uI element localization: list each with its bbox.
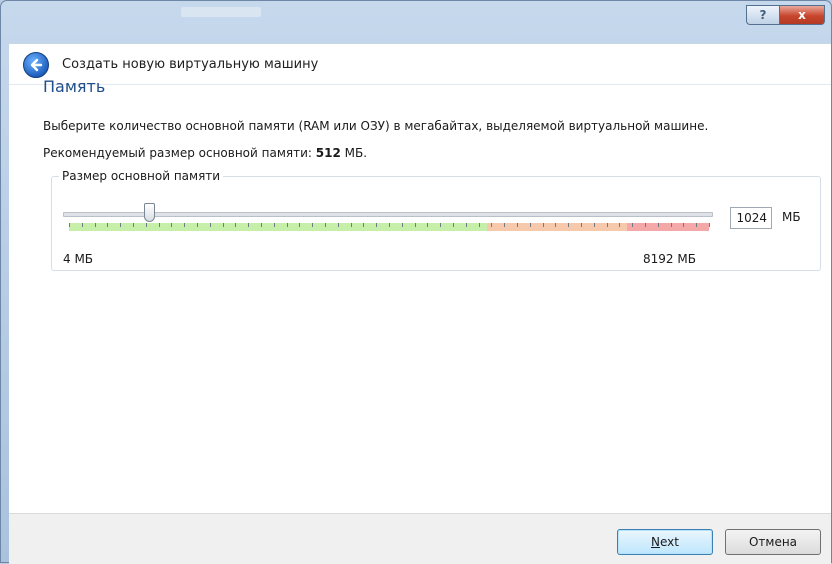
- slider-tick: [479, 223, 480, 227]
- slider-tick: [312, 223, 313, 227]
- slider-tick: [261, 223, 262, 227]
- slider-tick: [325, 223, 326, 227]
- slider-min-label: 4 МБ: [63, 252, 94, 266]
- memory-size-input[interactable]: [730, 207, 772, 229]
- wizard-header: Создать новую виртуальную машину: [9, 44, 831, 102]
- header-divider: [9, 84, 831, 85]
- slider-tick: [299, 223, 300, 227]
- slider-tick: [645, 223, 646, 227]
- slider-tick: [248, 223, 249, 227]
- slider-tick: [376, 223, 377, 227]
- slider-tick: [197, 223, 198, 227]
- slider-tick: [184, 223, 185, 227]
- slider-tick: [146, 223, 147, 227]
- slider-tick: [568, 223, 569, 227]
- slider-tick: [389, 223, 390, 227]
- memory-description: Выберите количество основной памяти (RAM…: [43, 119, 709, 133]
- wizard-title: Создать новую виртуальную машину: [62, 57, 319, 72]
- next-label: ext: [660, 535, 679, 549]
- background-blur: [181, 7, 261, 17]
- slider-tick: [363, 223, 364, 227]
- slider-tick: [683, 223, 684, 227]
- back-button[interactable]: [23, 52, 49, 78]
- slider-tick: [607, 223, 608, 227]
- memory-size-group-label: Размер основной памяти: [59, 169, 224, 183]
- slider-tick: [581, 223, 582, 227]
- slider-tick: [133, 223, 134, 227]
- slider-tick: [171, 223, 172, 227]
- next-button[interactable]: Next: [617, 529, 713, 555]
- help-button[interactable]: ?: [746, 5, 779, 25]
- slider-tick: [671, 223, 672, 227]
- slider-tick: [415, 223, 416, 227]
- help-icon: ?: [759, 8, 767, 22]
- slider-tick: [530, 223, 531, 227]
- close-icon: x: [798, 8, 806, 22]
- back-arrow-icon: [30, 58, 43, 72]
- slider-max-label: 8192 МБ: [643, 252, 696, 266]
- dialog-window: ? x Создать новую виртуальную машину Пам…: [0, 0, 832, 564]
- recommended-prefix: Рекомендуемый размер основной памяти:: [43, 146, 316, 160]
- slider-tick: [594, 223, 595, 227]
- cancel-button[interactable]: Отмена: [725, 529, 821, 555]
- close-button[interactable]: x: [779, 5, 825, 25]
- slider-tick: [427, 223, 428, 227]
- slider-tick: [543, 223, 544, 227]
- slider-tick: [351, 223, 352, 227]
- slider-tick: [632, 223, 633, 227]
- wizard-content: Создать новую виртуальную машину: [9, 43, 831, 514]
- memory-slider-track[interactable]: [63, 212, 713, 217]
- slider-tick: [235, 223, 236, 227]
- slider-tick: [402, 223, 403, 227]
- slider-tick: [619, 223, 620, 227]
- slider-tick: [107, 223, 108, 227]
- next-accelerator: N: [651, 535, 660, 549]
- recommended-suffix: МБ.: [340, 146, 368, 160]
- memory-unit-label: МБ: [782, 210, 801, 224]
- slider-tick: [440, 223, 441, 227]
- slider-tick: [95, 223, 96, 227]
- recommended-memory-text: Рекомендуемый размер основной памяти: 51…: [43, 146, 367, 160]
- slider-tick: [517, 223, 518, 227]
- slider-tick: [82, 223, 83, 227]
- slider-tick: [223, 223, 224, 227]
- window-controls: ? x: [746, 5, 825, 25]
- slider-tick: [555, 223, 556, 227]
- slider-tick: [696, 223, 697, 227]
- slider-tick: [159, 223, 160, 227]
- memory-slider-handle[interactable]: [144, 203, 155, 222]
- slider-tick: [210, 223, 211, 227]
- slider-tick: [491, 223, 492, 227]
- slider-tick: [120, 223, 121, 227]
- slider-ticks: [69, 223, 710, 231]
- recommended-value: 512: [315, 146, 341, 160]
- wizard-footer: Next Отмена: [9, 513, 831, 564]
- slider-tick: [504, 223, 505, 227]
- slider-tick: [466, 223, 467, 227]
- slider-tick: [453, 223, 454, 227]
- slider-tick: [338, 223, 339, 227]
- title-bar: ? x: [1, 1, 831, 43]
- slider-tick: [658, 223, 659, 227]
- slider-tick: [69, 223, 70, 227]
- slider-tick: [274, 223, 275, 227]
- slider-tick: [287, 223, 288, 227]
- slider-tick: [709, 223, 710, 227]
- page-title: Память: [43, 77, 106, 96]
